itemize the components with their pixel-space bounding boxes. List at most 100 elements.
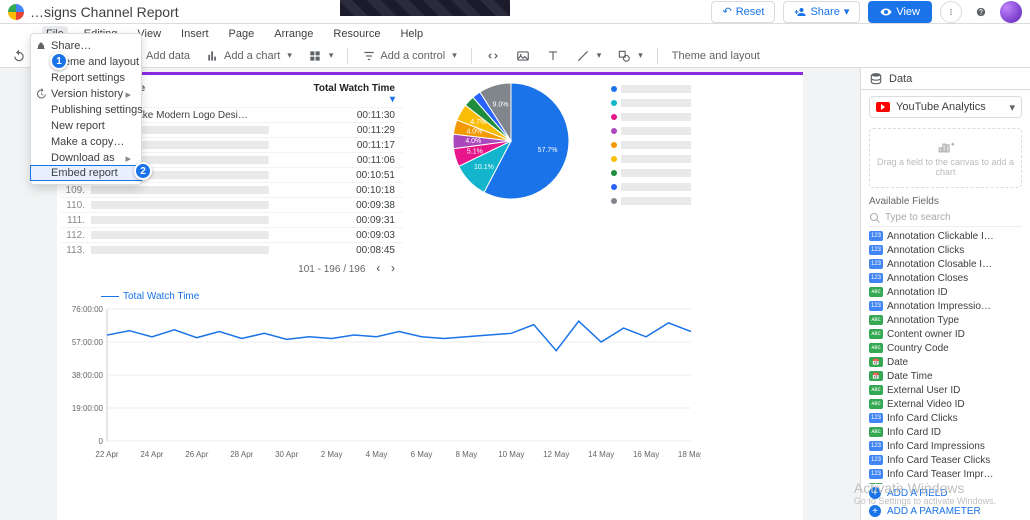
field-item[interactable]: 123Annotation Impressio…	[865, 299, 1026, 313]
pie-legend-item	[611, 85, 691, 93]
table-row[interactable]: 110.■00:09:38	[61, 197, 403, 212]
field-item[interactable]: 📅Date	[865, 355, 1026, 369]
svg-text:30 Apr: 30 Apr	[275, 450, 298, 459]
menu-help[interactable]: Help	[396, 26, 427, 42]
field-item[interactable]: 123Annotation Clickable I…	[865, 229, 1026, 243]
menu-insert[interactable]: Insert	[177, 26, 213, 42]
table-row[interactable]: 111.■00:09:31	[61, 212, 403, 227]
field-item[interactable]: 123Info Card Teaser Impr…	[865, 467, 1026, 481]
community-viz-button[interactable]	[302, 46, 340, 66]
reset-button[interactable]: ↶Reset	[711, 1, 775, 23]
svg-text:8 May: 8 May	[455, 450, 477, 459]
svg-text:57.7%: 57.7%	[538, 147, 558, 154]
field-item[interactable]: 123Annotation Clicks	[865, 243, 1026, 257]
table-col-metric[interactable]: Total Watch Time	[313, 83, 403, 105]
image-icon	[516, 49, 530, 63]
svg-text:14 May: 14 May	[588, 450, 614, 459]
text-tool[interactable]	[540, 46, 566, 66]
svg-text:22 Apr: 22 Apr	[95, 450, 118, 459]
pie-legend-item	[611, 113, 691, 121]
file-menu-item[interactable]: Download as	[31, 150, 141, 166]
data-panel-title: Data	[889, 73, 912, 85]
theme-layout-button[interactable]: Theme and layout	[666, 46, 766, 66]
file-menu-item[interactable]: Publishing settings	[31, 102, 141, 118]
image-tool[interactable]	[510, 46, 536, 66]
field-item[interactable]: ᴀʙᴄAnnotation Type	[865, 313, 1026, 327]
pager-prev[interactable]: ‹	[376, 261, 380, 275]
svg-text:5.1%: 5.1%	[467, 149, 483, 156]
svg-text:76:00:00: 76:00:00	[72, 305, 104, 314]
table-row[interactable]: 113.■00:08:45	[61, 242, 403, 257]
file-menu-item[interactable]: Share…	[31, 38, 141, 54]
embed-tool[interactable]	[480, 46, 506, 66]
person-add-icon	[794, 6, 806, 18]
add-chart-button[interactable]: Add a chart	[200, 46, 298, 66]
table-row[interactable]: 112.■00:09:03	[61, 227, 403, 242]
field-item[interactable]: 123Annotation Closes	[865, 271, 1026, 285]
svg-text:4 May: 4 May	[366, 450, 388, 459]
field-drop-target[interactable]: Drag a field to the canvas to add a char…	[869, 128, 1022, 188]
app-logo	[8, 4, 24, 20]
line-chart[interactable]: Total Watch Time 019:00:0038:00:0057:00:…	[61, 291, 701, 481]
line-legend: Total Watch Time	[101, 291, 199, 302]
add-field-button[interactable]: +ADD A FIELD	[861, 484, 1030, 502]
pager-next[interactable]: ›	[391, 261, 395, 275]
help-icon	[976, 4, 986, 20]
field-item[interactable]: ᴀʙᴄAnnotation ID	[865, 285, 1026, 299]
pie-legend-item	[611, 183, 691, 191]
add-control-button[interactable]: Add a control	[356, 46, 462, 66]
menu-resource[interactable]: Resource	[329, 26, 384, 42]
field-item[interactable]: 123Info Card Teaser Clicks	[865, 453, 1026, 467]
dots-vertical-icon	[947, 5, 955, 19]
more-options-button[interactable]	[940, 1, 962, 23]
field-item[interactable]: 123Annotation Closable I…	[865, 257, 1026, 271]
code-icon	[486, 49, 500, 63]
field-item[interactable]: ᴀʙᴄContent owner ID	[865, 327, 1026, 341]
data-source-select[interactable]: YouTube Analytics	[869, 96, 1022, 118]
pie-legend-item	[611, 127, 691, 135]
field-item[interactable]: ᴀʙᴄExternal User ID	[865, 383, 1026, 397]
undo-icon	[12, 49, 26, 63]
field-item[interactable]: 123Info Card Clicks	[865, 411, 1026, 425]
grid-icon	[308, 49, 322, 63]
file-menu-item[interactable]: Make a copy…	[31, 134, 141, 150]
file-menu-item[interactable]: New report	[31, 118, 141, 134]
available-fields-header: Available Fields	[861, 192, 1030, 207]
svg-text:57:00:00: 57:00:00	[72, 338, 104, 347]
report-canvas[interactable]: Video Title Total Watch Time 104.How to …	[57, 72, 803, 520]
field-item[interactable]: ᴀʙᴄCountry Code	[865, 341, 1026, 355]
svg-text:18 May: 18 May	[678, 450, 701, 459]
share-button[interactable]: Share ▾	[783, 1, 860, 23]
doc-title[interactable]: …signs Channel Report	[30, 4, 179, 20]
toolbar: Add data Add a chart Add a control Theme…	[0, 44, 1030, 68]
text-icon	[546, 49, 560, 63]
add-parameter-button[interactable]: +ADD A PARAMETER	[861, 502, 1030, 520]
menu-page[interactable]: Page	[225, 26, 259, 42]
help-button[interactable]	[970, 1, 992, 23]
callout-badge-2: 2	[134, 162, 152, 180]
shape-icon	[617, 49, 631, 63]
view-button[interactable]: View	[868, 1, 932, 23]
svg-text:19:00:00: 19:00:00	[72, 404, 104, 413]
history-icon	[35, 88, 47, 100]
file-menu-item[interactable]: Version history	[31, 86, 141, 102]
field-item[interactable]: 📅Date Time	[865, 369, 1026, 383]
file-menu-item[interactable]: Report settings	[31, 70, 141, 86]
shape-tool[interactable]	[611, 46, 649, 66]
svg-text:4.0%: 4.0%	[465, 138, 481, 145]
field-search-input[interactable]: Type to search	[869, 209, 1022, 227]
pie-chart[interactable]: 57.7%10.1%5.1%4.0%4.0%4.7%9.0%	[451, 81, 751, 281]
table-pager: 101 - 196 / 196 ‹ ›	[61, 257, 403, 275]
search-icon	[869, 212, 881, 224]
file-menu-item[interactable]: Embed report	[30, 165, 142, 181]
line-tool[interactable]	[570, 46, 608, 66]
file-menu-item[interactable]: Theme and layout	[31, 54, 141, 70]
menu-arrange[interactable]: Arrange	[270, 26, 317, 42]
field-item[interactable]: 123Info Card Impressions	[865, 439, 1026, 453]
field-item[interactable]: ᴀʙᴄExternal Video ID	[865, 397, 1026, 411]
svg-text:4.0%: 4.0%	[466, 129, 482, 136]
user-avatar[interactable]	[1000, 1, 1022, 23]
undo-button[interactable]	[6, 46, 32, 66]
field-item[interactable]: ᴀʙᴄInfo Card ID	[865, 425, 1026, 439]
chart-icon	[206, 49, 220, 63]
